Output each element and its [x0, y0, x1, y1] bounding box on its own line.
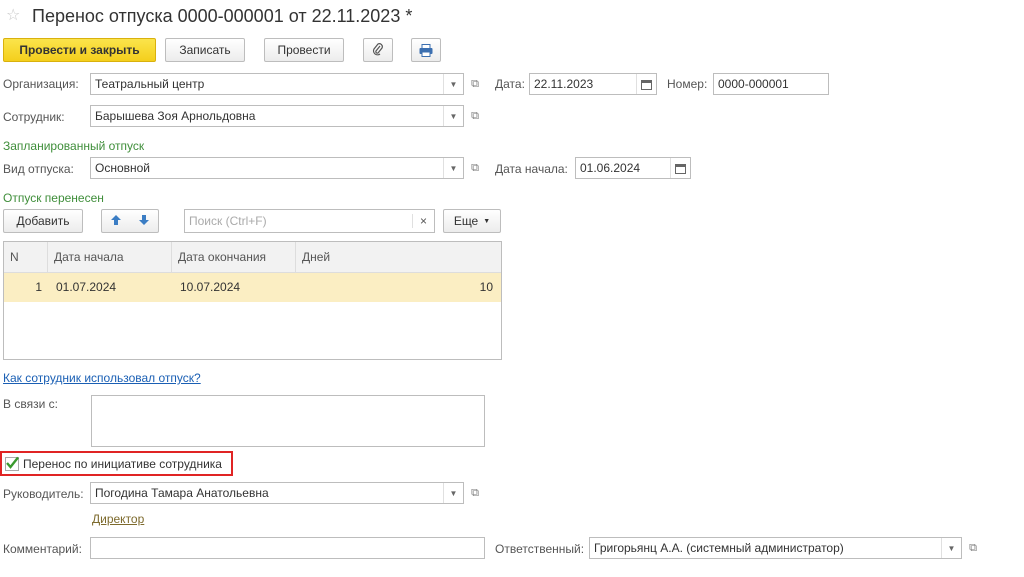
date-label: Дата: — [495, 77, 525, 91]
open-employee-icon[interactable]: ⧉ — [466, 106, 484, 126]
vacation-type-label: Вид отпуска: — [3, 162, 74, 176]
more-button[interactable]: Еще ▼ — [443, 209, 501, 233]
row-end-date: 10.07.2024 — [180, 280, 241, 294]
chevron-down-icon[interactable]: ▼ — [941, 538, 961, 558]
manager-value: Погодина Тамара Анатольевна — [95, 486, 269, 500]
vacation-table: N Дата начала Дата окончания Дней 1 01.0… — [3, 241, 502, 360]
column-header[interactable]: Дата окончания — [172, 242, 296, 273]
calendar-icon[interactable] — [670, 158, 690, 178]
planned-section-label: Запланированный отпуск — [3, 139, 145, 153]
employee-field[interactable]: Барышева Зоя Арнольдовна ▼ — [90, 105, 464, 127]
organization-label: Организация: — [3, 77, 79, 91]
chevron-down-icon[interactable]: ▼ — [443, 158, 463, 178]
responsible-field[interactable]: Григорьянц А.А. (системный администратор… — [589, 537, 962, 559]
table-row[interactable]: 1 01.07.2024 10.07.2024 10 — [4, 273, 501, 302]
row-number: 1 — [35, 280, 42, 294]
start-date-field[interactable]: 01.06.2024 — [575, 157, 691, 179]
table-header: N Дата начала Дата окончания Дней — [4, 242, 501, 273]
row-days: 10 — [479, 280, 493, 294]
organization-value: Театральный центр — [95, 77, 205, 91]
manager-label: Руководитель: — [3, 487, 84, 501]
comment-label: Комментарий: — [3, 542, 82, 556]
chevron-down-icon[interactable]: ▼ — [443, 483, 463, 503]
save-button[interactable]: Записать — [165, 38, 245, 62]
post-button[interactable]: Провести — [264, 38, 344, 62]
comment-field[interactable] — [90, 537, 485, 559]
number-label: Номер: — [667, 77, 708, 91]
column-header[interactable]: N — [4, 242, 48, 273]
clear-icon[interactable]: × — [412, 214, 434, 228]
add-row-button[interactable]: Добавить — [3, 209, 83, 233]
arrow-down-icon[interactable] — [138, 214, 150, 229]
more-label: Еще — [453, 214, 479, 228]
open-responsible-icon[interactable]: ⧉ — [964, 538, 982, 558]
start-date-label: Дата начала: — [495, 162, 568, 176]
reason-label: В связи с: — [3, 397, 58, 411]
date-field[interactable]: 22.11.2023 — [529, 73, 657, 95]
employee-initiative-highlight: Перенос по инициативе сотрудника — [0, 451, 233, 476]
reason-textarea[interactable] — [91, 395, 485, 447]
chevron-down-icon: ▼ — [483, 217, 491, 225]
move-buttons — [101, 209, 159, 233]
responsible-value: Григорьянц А.А. (системный администратор… — [594, 541, 844, 555]
printer-icon — [419, 43, 433, 57]
calendar-icon[interactable] — [636, 74, 656, 94]
number-value: 0000-000001 — [718, 77, 789, 91]
chevron-down-icon[interactable]: ▼ — [443, 74, 463, 94]
page-title: Перенос отпуска 0000-000001 от 22.11.202… — [32, 6, 413, 26]
checkmark-icon — [6, 456, 19, 469]
employee-label: Сотрудник: — [3, 110, 65, 124]
manager-field[interactable]: Погодина Тамара Анатольевна ▼ — [90, 482, 464, 504]
moved-section-label: Отпуск перенесен — [3, 191, 104, 205]
date-value: 22.11.2023 — [534, 77, 594, 91]
print-button[interactable] — [411, 38, 441, 62]
favorite-star-icon[interactable]: ☆ — [6, 6, 20, 26]
responsible-label: Ответственный: — [495, 542, 585, 556]
chevron-down-icon[interactable]: ▼ — [443, 106, 463, 126]
search-input[interactable] — [185, 213, 412, 229]
paperclip-icon — [372, 43, 383, 56]
manager-position-link[interactable]: Директор — [92, 512, 144, 526]
employee-initiative-label[interactable]: Перенос по инициативе сотрудника — [23, 456, 222, 472]
open-manager-icon[interactable]: ⧉ — [466, 483, 484, 503]
attach-button[interactable] — [363, 38, 393, 62]
number-field[interactable]: 0000-000001 — [713, 73, 829, 95]
search-box: × — [184, 209, 435, 233]
employee-value: Барышева Зоя Арнольдовна — [95, 109, 256, 123]
open-vacation-type-icon[interactable]: ⧉ — [466, 158, 484, 178]
organization-field[interactable]: Театральный центр ▼ — [90, 73, 464, 95]
post-and-close-button[interactable]: Провести и закрыть — [3, 38, 156, 62]
usage-link[interactable]: Как сотрудник использовал отпуск? — [3, 371, 201, 385]
column-header[interactable]: Дата начала — [48, 242, 172, 273]
arrow-up-icon[interactable] — [110, 214, 122, 229]
start-date-value: 01.06.2024 — [580, 161, 641, 175]
employee-initiative-checkbox[interactable] — [5, 456, 19, 471]
open-organization-icon[interactable]: ⧉ — [466, 74, 484, 94]
column-header[interactable]: Дней — [296, 242, 501, 273]
vacation-type-field[interactable]: Основной ▼ — [90, 157, 464, 179]
vacation-type-value: Основной — [95, 161, 151, 175]
row-start-date: 01.07.2024 — [56, 280, 117, 294]
